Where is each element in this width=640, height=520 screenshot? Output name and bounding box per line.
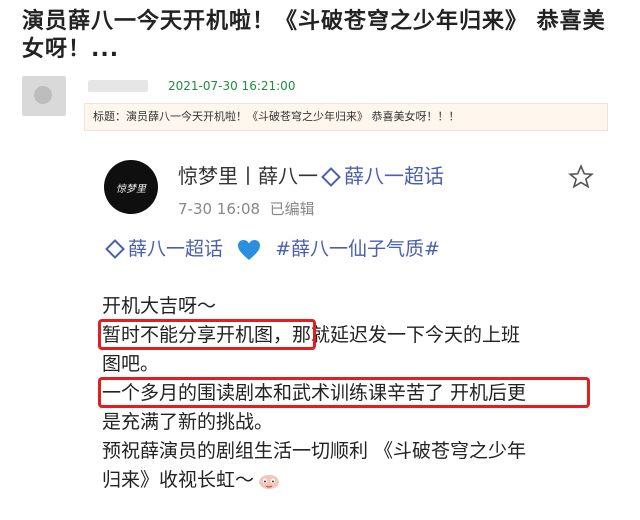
article-headline: 演员薛八一今天开机啦！《斗破苍穹之少年归来》 恭喜美女呀！... bbox=[22, 9, 606, 62]
post-meta: 7-30 16:08 已编辑 bbox=[178, 198, 315, 219]
author-topic-link[interactable]: 薛八一超话 bbox=[344, 164, 444, 188]
highlight-box bbox=[98, 377, 590, 408]
hashtag[interactable]: #薛八一仙子气质# bbox=[275, 238, 440, 260]
highlight-box bbox=[98, 319, 316, 350]
logo-text: 惊梦里 bbox=[116, 184, 146, 195]
author-logo[interactable]: 惊梦里 bbox=[104, 160, 158, 214]
cute-emoji-icon bbox=[259, 474, 280, 489]
body-line: 是充满了新的挑战。 bbox=[102, 411, 274, 433]
author-line: 惊梦里丨薛八一 薛八一超话 bbox=[178, 160, 444, 189]
commenter-avatar[interactable] bbox=[22, 76, 66, 116]
body-line: 开机大吉呀～ bbox=[102, 295, 217, 317]
star-icon[interactable] bbox=[568, 164, 594, 190]
body-line: 预祝薛演员的剧组生活一切顺利 《斗破苍穹之少年 bbox=[102, 440, 527, 462]
author-name[interactable]: 惊梦里丨薛八一 bbox=[178, 164, 318, 188]
super-topic-tag[interactable]: 薛八一超话 bbox=[128, 238, 223, 260]
body-line: 图吧。 bbox=[102, 353, 160, 375]
diamond-topic-icon bbox=[321, 166, 341, 187]
weibo-card: 惊梦里 惊梦里丨薛八一 薛八一超话 7-30 16:08 已编辑 薛八一超话 #薛… bbox=[84, 138, 608, 520]
edited-label: 已编辑 bbox=[269, 200, 315, 218]
post-timestamp: 2021-07-30 16:21:00 bbox=[168, 79, 296, 93]
commenter-username-blurred bbox=[88, 80, 148, 92]
post-time: 7-30 16:08 bbox=[178, 200, 261, 218]
body-line-last: 归来》收视长虹～ bbox=[102, 466, 602, 495]
blue-heart-icon bbox=[238, 239, 261, 260]
diamond-topic-icon bbox=[105, 238, 125, 259]
body-line: 归来》收视长虹～ bbox=[102, 469, 255, 491]
post-title-line: 标题：演员薛八一今天开机啦！《斗破苍穹之少年归来》 恭喜美女呀！！！ bbox=[84, 103, 608, 131]
tags-line: 薛八一超话 #薛八一仙子气质# bbox=[102, 234, 440, 261]
